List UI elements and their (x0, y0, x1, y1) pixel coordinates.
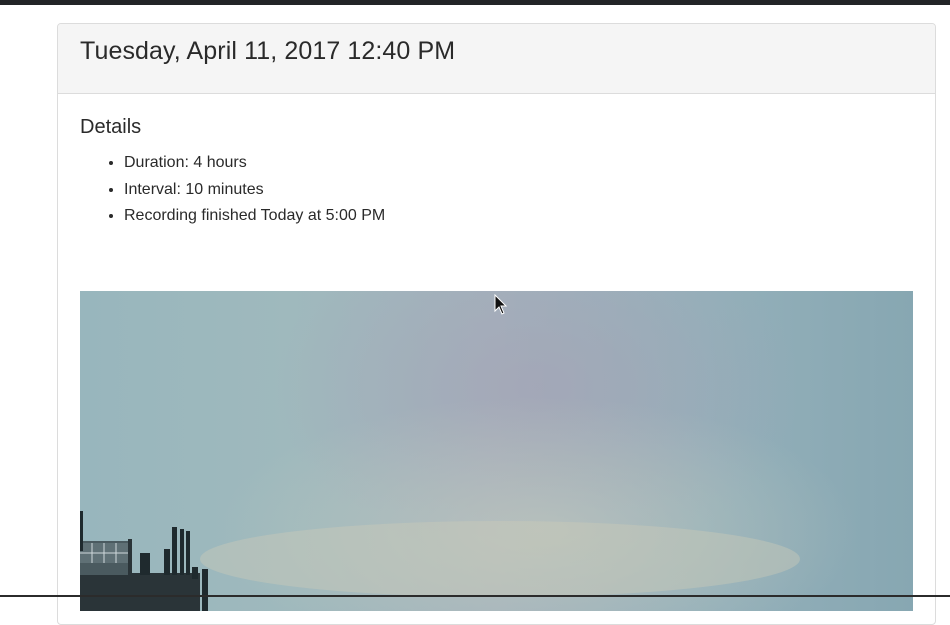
detail-recording-finished: Recording finished Today at 5:00 PM (124, 203, 385, 230)
detail-interval: Interval: 10 minutes (124, 177, 385, 204)
details-list: Duration: 4 hours Interval: 10 minutes R… (80, 150, 385, 230)
recording-panel: Tuesday, April 11, 2017 12:40 PM Details… (57, 23, 936, 625)
details-heading: Details (80, 116, 142, 138)
detail-duration: Duration: 4 hours (124, 150, 385, 177)
mouse-cursor-icon (494, 294, 508, 315)
rooftop-silhouette (80, 511, 800, 611)
timelapse-preview-image[interactable] (80, 291, 913, 611)
panel-heading: Tuesday, April 11, 2017 12:40 PM (58, 24, 935, 94)
recording-datetime-title: Tuesday, April 11, 2017 12:40 PM (80, 37, 456, 65)
top-navbar (0, 0, 950, 5)
